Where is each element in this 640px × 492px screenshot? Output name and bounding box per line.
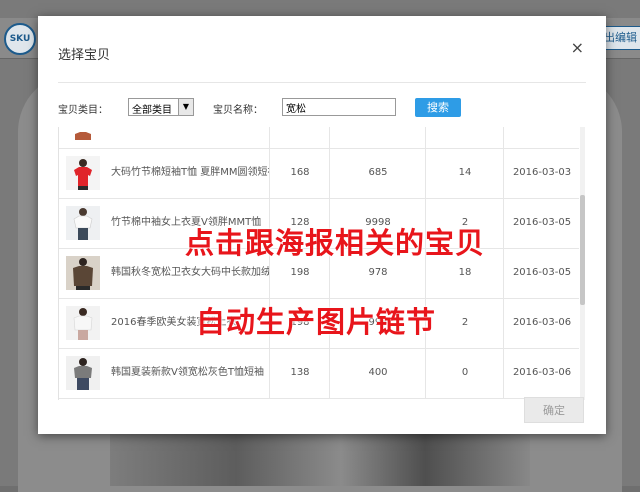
stock-cell: 2 [425, 298, 504, 348]
search-button[interactable]: 搜索 [415, 98, 461, 117]
overlay-caption-2: 自动生产图片链节 [196, 305, 437, 339]
price-cell [269, 127, 330, 148]
stock-cell [425, 127, 504, 148]
confirm-button[interactable]: 确定 [524, 397, 584, 423]
sku-badge-icon: SKU [4, 23, 36, 55]
product-thumbnail [66, 356, 100, 390]
product-thumbnail [66, 306, 100, 340]
sales-cell [329, 127, 426, 148]
item-name-label: 宝贝名称： [213, 105, 263, 116]
price-cell: 138 [269, 348, 330, 398]
product-name: 大码竹节棉短袖T恤 夏胖MM圆领短袖 [111, 167, 269, 178]
category-selected-value: 全部类目 [132, 105, 172, 116]
scrollbar-thumb[interactable] [580, 195, 585, 305]
date-cell: 2016-03-06 [503, 348, 580, 398]
title-divider [58, 82, 586, 83]
category-select[interactable]: 全部类目 ▼ [128, 98, 194, 116]
date-cell: 2016-03-05 [503, 248, 580, 298]
stock-cell: 14 [425, 148, 504, 198]
date-cell [503, 127, 580, 148]
product-thumbnail [66, 206, 100, 240]
sales-cell: 400 [329, 348, 426, 398]
product-thumbnail [66, 156, 100, 190]
overlay-caption-1: 点击跟海报相关的宝贝 [185, 226, 486, 260]
price-cell: 168 [269, 148, 330, 198]
product-name: 韩国夏装新款V领宽松灰色T恤短袖 [111, 367, 264, 378]
filter-row: 宝贝类目： 全部类目 ▼ 宝贝名称： 搜索 [58, 98, 586, 118]
background-photo [110, 432, 530, 486]
date-cell: 2016-03-05 [503, 198, 580, 248]
stock-cell: 0 [425, 348, 504, 398]
sales-cell: 685 [329, 148, 426, 198]
product-thumbnail [66, 127, 100, 140]
dialog-title: 选择宝贝 [58, 48, 111, 63]
close-icon[interactable]: × [571, 38, 584, 57]
table-row[interactable] [59, 127, 579, 149]
table-row[interactable]: 大码竹节棉短袖T恤 夏胖MM圆领短袖 168 685 14 2016-03-03 [59, 148, 579, 199]
table-scrollbar[interactable] [580, 127, 585, 400]
table-row[interactable]: 韩国夏装新款V领宽松灰色T恤短袖 138 400 0 2016-03-06 [59, 348, 579, 399]
item-name-input[interactable] [282, 98, 396, 116]
category-label: 宝贝类目： [58, 105, 108, 116]
date-cell: 2016-03-03 [503, 148, 580, 198]
item-table: 大码竹节棉短袖T恤 夏胖MM圆领短袖 168 685 14 2016-03-03… [58, 127, 587, 400]
date-cell: 2016-03-06 [503, 298, 580, 348]
chevron-down-icon[interactable]: ▼ [178, 99, 193, 115]
product-thumbnail [66, 256, 100, 290]
